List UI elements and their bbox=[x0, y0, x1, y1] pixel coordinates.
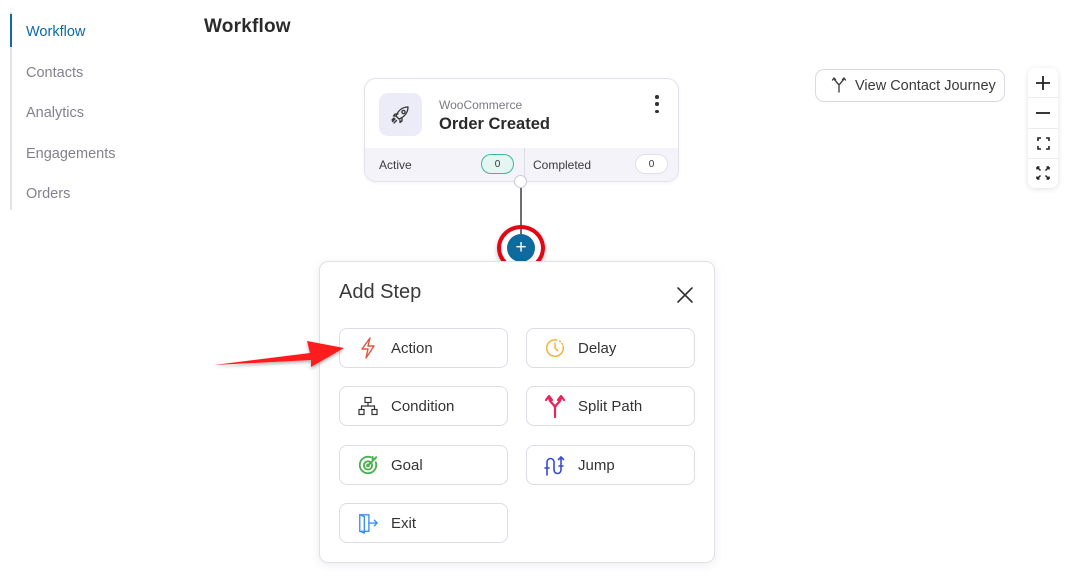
trigger-title: Order Created bbox=[439, 115, 550, 133]
trigger-source: WooCommerce bbox=[439, 98, 523, 112]
sidebar-item-orders[interactable]: Orders bbox=[26, 186, 70, 202]
step-exit-label: Exit bbox=[391, 514, 417, 532]
add-step-button[interactable]: + bbox=[507, 234, 535, 262]
sidebar-item-engagements[interactable]: Engagements bbox=[26, 146, 115, 162]
close-icon[interactable] bbox=[676, 286, 694, 304]
zoom-controls bbox=[1028, 68, 1058, 188]
jump-icon bbox=[544, 454, 566, 476]
annotation-arrow bbox=[214, 341, 344, 367]
step-jump-label: Jump bbox=[578, 456, 615, 474]
page-title: Workflow bbox=[204, 16, 291, 37]
clock-icon bbox=[544, 337, 566, 359]
sidebar: Workflow Contacts Analytics Engagements … bbox=[10, 12, 160, 210]
step-jump-button[interactable]: Jump bbox=[526, 445, 695, 485]
rocket-icon bbox=[379, 93, 422, 136]
step-exit-button[interactable]: Exit bbox=[339, 503, 508, 543]
stat-active-count: 0 bbox=[481, 154, 514, 174]
fit-screen-icon[interactable] bbox=[1028, 129, 1058, 159]
zoom-out-button[interactable] bbox=[1028, 98, 1058, 129]
exit-door-icon bbox=[357, 512, 379, 534]
view-contact-journey-label: View Contact Journey bbox=[855, 77, 996, 94]
step-goal-label: Goal bbox=[391, 456, 423, 474]
split-arrows-icon bbox=[830, 75, 848, 97]
stat-active: Active 0 bbox=[365, 148, 524, 181]
connector-port[interactable] bbox=[514, 175, 527, 188]
trigger-card[interactable]: WooCommerce Order Created Active 0 Compl… bbox=[364, 78, 679, 182]
split-path-icon bbox=[544, 394, 566, 418]
add-step-title: Add Step bbox=[339, 281, 422, 303]
add-step-panel: Add Step Action Delay Condition Split Pa… bbox=[319, 261, 715, 563]
step-action-button[interactable]: Action bbox=[339, 328, 508, 368]
zoom-in-button[interactable] bbox=[1028, 68, 1058, 99]
more-options-icon[interactable] bbox=[652, 95, 662, 113]
stat-active-label: Active bbox=[379, 157, 412, 172]
stat-completed: Completed 0 bbox=[524, 148, 678, 181]
sidebar-active-indicator bbox=[10, 14, 12, 47]
sidebar-item-contacts[interactable]: Contacts bbox=[26, 65, 83, 81]
lightning-icon bbox=[357, 337, 379, 359]
stat-completed-count: 0 bbox=[635, 154, 668, 174]
step-split-path-label: Split Path bbox=[578, 397, 643, 415]
step-delay-label: Delay bbox=[578, 339, 617, 357]
target-icon bbox=[357, 454, 379, 476]
step-delay-button[interactable]: Delay bbox=[526, 328, 695, 368]
hierarchy-icon bbox=[357, 395, 379, 417]
step-condition-label: Condition bbox=[391, 397, 455, 415]
step-split-path-button[interactable]: Split Path bbox=[526, 386, 695, 426]
step-goal-button[interactable]: Goal bbox=[339, 445, 508, 485]
step-condition-button[interactable]: Condition bbox=[339, 386, 508, 426]
fullscreen-icon[interactable] bbox=[1028, 159, 1058, 188]
sidebar-item-workflow[interactable]: Workflow bbox=[26, 24, 85, 40]
step-action-label: Action bbox=[391, 339, 433, 357]
sidebar-item-analytics[interactable]: Analytics bbox=[26, 105, 84, 121]
stat-completed-label: Completed bbox=[533, 157, 592, 172]
view-contact-journey-button[interactable]: View Contact Journey bbox=[815, 69, 1005, 102]
